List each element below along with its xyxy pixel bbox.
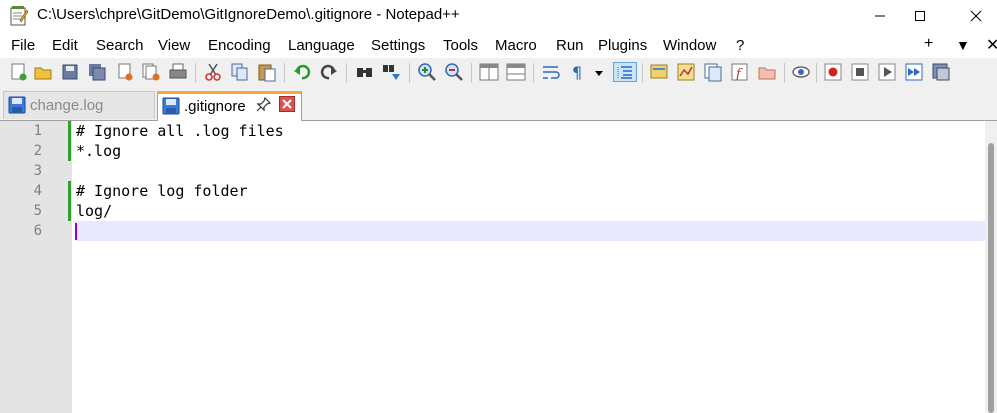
indent-guide-icon[interactable] xyxy=(613,62,637,82)
menu-plugins[interactable]: Plugins xyxy=(598,37,647,54)
replace-icon[interactable] xyxy=(382,62,402,82)
folder-as-workspace-icon[interactable] xyxy=(757,62,777,82)
copy-icon[interactable] xyxy=(230,62,250,82)
undo-icon[interactable] xyxy=(292,62,312,82)
zoom-in-icon[interactable] xyxy=(417,62,437,82)
minimize-icon xyxy=(875,15,885,17)
saved-file-icon xyxy=(162,97,180,115)
word-wrap-icon[interactable] xyxy=(541,62,561,82)
toolbar-separator xyxy=(642,63,643,83)
toolbar-separator xyxy=(784,63,785,83)
menu-encoding[interactable]: Encoding xyxy=(208,37,271,54)
menu-tools[interactable]: Tools xyxy=(443,37,478,54)
close-tab-button[interactable] xyxy=(279,96,295,112)
code-line: # Ignore all .log files xyxy=(76,122,284,140)
line-number: 2 xyxy=(33,143,42,159)
menu-file[interactable]: File xyxy=(11,37,35,54)
record-macro-icon[interactable] xyxy=(823,62,843,82)
sync-horizontal-icon[interactable] xyxy=(506,62,526,82)
toolbar-separator xyxy=(409,63,410,83)
maximize-button[interactable] xyxy=(897,0,943,32)
monitoring-icon[interactable] xyxy=(791,62,811,82)
current-line-highlight xyxy=(75,221,985,241)
menu-run[interactable]: Run xyxy=(556,37,584,54)
text-caret xyxy=(75,223,77,240)
code-line: # Ignore log folder xyxy=(76,182,248,200)
menu-language[interactable]: Language xyxy=(288,37,355,54)
save-icon[interactable] xyxy=(60,62,80,82)
user-defined-language-icon[interactable] xyxy=(649,62,669,82)
close-icon xyxy=(282,99,292,109)
menu-search[interactable]: Search xyxy=(96,37,144,54)
close-window-button[interactable] xyxy=(953,0,997,32)
show-symbol-dropdown[interactable] xyxy=(592,62,606,82)
tab-label: .gitignore xyxy=(184,98,246,115)
find-icon[interactable] xyxy=(355,62,375,82)
document-list-icon[interactable] xyxy=(703,62,723,82)
vertical-scrollbar[interactable] xyxy=(985,121,997,413)
close-icon xyxy=(970,10,982,22)
tab-change-log[interactable]: change.log xyxy=(3,91,155,119)
toolbar: ¶ f xyxy=(0,58,997,88)
notepad-plus-plus-icon xyxy=(10,6,29,26)
line-number: 3 xyxy=(33,163,42,179)
close-all-icon[interactable] xyxy=(141,62,161,82)
line-number: 4 xyxy=(33,183,42,199)
playback-macro-icon[interactable] xyxy=(877,62,897,82)
window-title: C:\Users\chpre\GitDemo\GitIgnoreDemo\.gi… xyxy=(37,6,460,23)
svg-text:¶: ¶ xyxy=(572,63,582,82)
show-all-characters-icon[interactable]: ¶ xyxy=(568,62,588,82)
line-number: 6 xyxy=(33,223,42,239)
toolbar-separator xyxy=(816,63,817,83)
scrollbar-thumb[interactable] xyxy=(988,143,994,413)
text-editor[interactable]: 1 2 3 4 5 6 # Ignore all .log files *.lo… xyxy=(0,121,985,413)
change-history-marker xyxy=(68,181,71,221)
saved-file-icon xyxy=(8,96,26,114)
function-list-icon[interactable]: f xyxy=(730,62,750,82)
redo-icon[interactable] xyxy=(319,62,339,82)
toolbar-separator xyxy=(471,63,472,83)
toolbar-separator xyxy=(346,63,347,83)
menu-bar: File Edit Search View Encoding Language … xyxy=(0,32,997,58)
open-file-icon[interactable] xyxy=(33,62,53,82)
add-new-tab-button[interactable]: + xyxy=(924,35,933,53)
run-macro-multiple-icon[interactable] xyxy=(904,62,924,82)
save-macro-icon[interactable] xyxy=(931,62,951,82)
tab-gitignore[interactable]: .gitignore xyxy=(157,91,302,121)
line-number: 1 xyxy=(33,123,42,139)
code-line: log/ xyxy=(76,202,113,220)
cut-icon[interactable] xyxy=(203,62,223,82)
document-map-icon[interactable] xyxy=(676,62,696,82)
fold-margin xyxy=(72,121,75,413)
menu-view[interactable]: View xyxy=(158,37,190,54)
sync-vertical-icon[interactable] xyxy=(479,62,499,82)
tab-list-dropdown[interactable]: ▼ xyxy=(956,37,970,53)
line-number: 5 xyxy=(33,203,42,219)
close-icon[interactable] xyxy=(115,62,135,82)
tab-label: change.log xyxy=(30,97,104,114)
toolbar-separator xyxy=(195,63,196,83)
paste-icon[interactable] xyxy=(257,62,277,82)
menu-edit[interactable]: Edit xyxy=(52,37,78,54)
maximize-icon xyxy=(915,11,925,21)
menu-macro[interactable]: Macro xyxy=(495,37,537,54)
tab-bar: change.log .gitignore xyxy=(0,88,997,121)
print-icon[interactable] xyxy=(168,62,188,82)
code-line: *.log xyxy=(76,142,122,160)
zoom-out-icon[interactable] xyxy=(444,62,464,82)
menu-settings[interactable]: Settings xyxy=(371,37,425,54)
pin-tab-icon[interactable] xyxy=(256,96,272,119)
new-file-icon[interactable] xyxy=(8,62,28,82)
save-all-icon[interactable] xyxy=(87,62,107,82)
toolbar-separator xyxy=(533,63,534,83)
title-bar: C:\Users\chpre\GitDemo\GitIgnoreDemo\.gi… xyxy=(0,0,997,32)
close-document-button[interactable]: ✕ xyxy=(986,35,997,55)
toolbar-separator xyxy=(284,63,285,83)
change-history-marker xyxy=(68,121,71,161)
menu-window[interactable]: Window xyxy=(663,37,716,54)
stop-recording-icon[interactable] xyxy=(850,62,870,82)
menu-help[interactable]: ? xyxy=(736,37,744,54)
line-number-gutter: 1 2 3 4 5 6 xyxy=(0,121,72,413)
